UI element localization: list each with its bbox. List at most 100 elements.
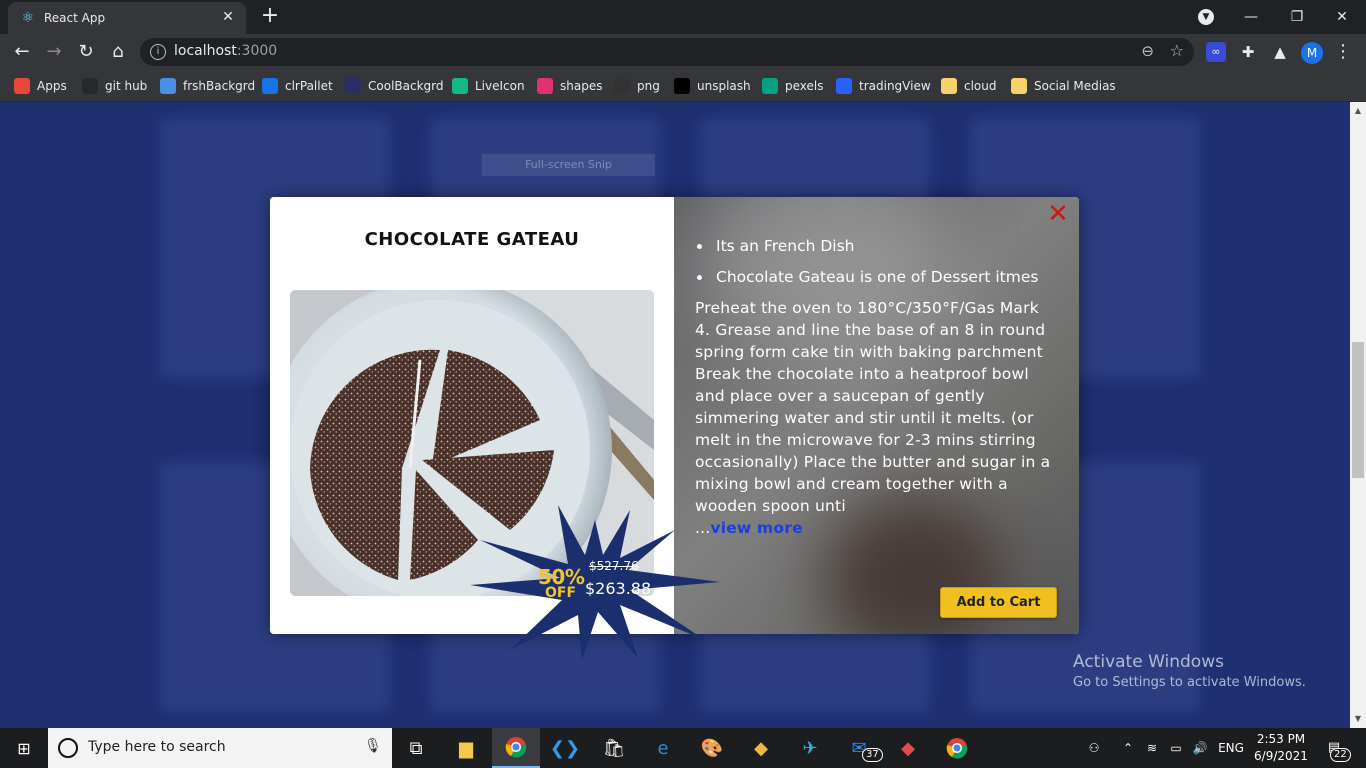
- scrollbar-thumb[interactable]: [1352, 342, 1364, 478]
- reload-icon[interactable]: ↻: [74, 40, 98, 64]
- site-info-icon[interactable]: i: [150, 44, 166, 60]
- windows-start-icon[interactable]: ⊞: [0, 728, 48, 768]
- discount-off-label: OFF: [545, 585, 577, 601]
- recipe-text: Preheat the oven to 180°C/350°F/Gas Mark…: [695, 299, 1051, 515]
- unsplash-icon: [674, 78, 690, 94]
- cortana-circle-icon: [58, 738, 78, 758]
- bookmark-label: shapes: [560, 79, 603, 93]
- browser-toolbar: ← → ↻ ⌂ i localhost:3000 ⊖ ☆ ∞ ✚ ▲ M ⋮: [0, 34, 1366, 70]
- home-icon[interactable]: ⌂: [106, 40, 130, 64]
- language-indicator[interactable]: ENG: [1214, 728, 1248, 768]
- tab-close-icon[interactable]: ✕: [220, 9, 236, 25]
- address-bar[interactable]: i localhost:3000 ⊖ ☆: [140, 38, 1194, 66]
- vscode-icon[interactable]: ❮❯: [541, 728, 589, 768]
- new-tab-button[interactable]: +: [258, 5, 282, 29]
- forward-icon[interactable]: →: [42, 40, 66, 64]
- add-to-cart-button[interactable]: Add to Cart: [940, 587, 1057, 618]
- tab-search-icon[interactable]: ▼: [1198, 9, 1214, 25]
- clock-time: 2:53 PM: [1256, 732, 1306, 746]
- globe-icon: [160, 78, 176, 94]
- folder-icon: [941, 78, 957, 94]
- tab-title: React App: [44, 11, 106, 25]
- paint-icon[interactable]: 🎨: [688, 728, 736, 768]
- palette-icon: [262, 78, 278, 94]
- watermark-subtitle: Go to Settings to activate Windows.: [1073, 675, 1306, 690]
- bookmark-item[interactable]: Social Medias: [1011, 76, 1116, 96]
- microphone-icon[interactable]: 🎙: [364, 738, 382, 754]
- chrome-profile-taskbar-icon[interactable]: [933, 728, 981, 768]
- labs-flask-icon[interactable]: ▲: [1270, 42, 1290, 62]
- extensions-puzzle-icon[interactable]: ✚: [1238, 42, 1258, 62]
- restore-icon[interactable]: ❐: [1275, 0, 1319, 34]
- liveicon-icon: [452, 78, 468, 94]
- task-view-icon[interactable]: ⧉: [392, 728, 440, 768]
- shapes-icon: [537, 78, 553, 94]
- back-icon[interactable]: ←: [10, 40, 34, 64]
- chrome-menu-icon[interactable]: ⋮: [1334, 41, 1352, 63]
- url-text: localhost:3000: [174, 43, 278, 59]
- bookmark-item[interactable]: tradingView: [836, 76, 931, 96]
- scroll-up-icon[interactable]: ▲: [1350, 104, 1366, 118]
- extension-icon[interactable]: ∞: [1206, 42, 1226, 62]
- bookmark-item[interactable]: cloud: [941, 76, 997, 96]
- profile-avatar[interactable]: M: [1301, 42, 1323, 64]
- notification-badge: 22: [1330, 748, 1351, 762]
- original-price: $527.76: [589, 559, 639, 573]
- sale-price: $263.88: [585, 579, 652, 598]
- bookmark-label: Social Medias: [1034, 79, 1116, 93]
- bookmark-item[interactable]: Apps: [14, 76, 67, 96]
- bookmark-label: unsplash: [697, 79, 751, 93]
- bookmark-label: clrPallet: [285, 79, 333, 93]
- mail-badge: 37: [862, 748, 883, 762]
- recipe-description: Preheat the oven to 180°C/350°F/Gas Mark…: [695, 297, 1059, 539]
- bookmark-item[interactable]: unsplash: [674, 76, 751, 96]
- browser-tab[interactable]: ⚛ React App ✕: [8, 2, 246, 34]
- bookmark-label: git hub: [105, 79, 148, 93]
- scroll-down-icon[interactable]: ▼: [1350, 712, 1366, 726]
- zoom-icon[interactable]: ⊖: [1141, 42, 1154, 60]
- bookmark-item[interactable]: png: [614, 76, 660, 96]
- product-title: CHOCOLATE GATEAU: [364, 229, 580, 250]
- bookmark-item[interactable]: clrPallet: [262, 76, 333, 96]
- bookmark-item[interactable]: git hub: [82, 76, 147, 96]
- browser-tab-bar: ⚛ React App ✕ + ▼ — ❐ ✕: [0, 0, 1366, 34]
- bookmark-label: frshBackgrd: [183, 79, 256, 93]
- close-modal-icon[interactable]: ✕: [1046, 201, 1070, 227]
- fact-item: Its an French Dish: [695, 235, 1075, 266]
- folder-icon: [1011, 78, 1027, 94]
- wifi-icon[interactable]: ≋: [1142, 728, 1162, 768]
- coolbackgrounds-icon: [345, 78, 361, 94]
- bookmark-item[interactable]: pexels: [762, 76, 824, 96]
- gitkraken-alt-icon[interactable]: ◆: [884, 728, 932, 768]
- minimize-icon[interactable]: —: [1229, 0, 1273, 34]
- edge-icon[interactable]: e: [639, 728, 687, 768]
- windows-taskbar: ⊞ Type here to search 🎙 ⧉ ▆ ❮❯ 🛍 e 🎨 ◆ ✈…: [0, 728, 1366, 768]
- bookmark-label: CoolBackgrd: [368, 79, 444, 93]
- bookmark-item[interactable]: CoolBackgrd: [345, 76, 444, 96]
- bookmark-star-icon[interactable]: ☆: [1170, 41, 1184, 60]
- gitkraken-icon[interactable]: ◆: [737, 728, 785, 768]
- show-hidden-icons[interactable]: ⌃: [1118, 728, 1138, 768]
- chrome-taskbar-icon[interactable]: [492, 728, 540, 768]
- product-facts-list: Its an French Dish Chocolate Gateau is o…: [695, 235, 1075, 297]
- telegram-icon[interactable]: ✈: [786, 728, 834, 768]
- taskbar-search-box[interactable]: Type here to search 🎙: [48, 728, 392, 768]
- fact-item: Chocolate Gateau is one of Dessert itmes: [695, 266, 1075, 297]
- file-explorer-icon[interactable]: ▆: [442, 728, 490, 768]
- bookmark-item[interactable]: frshBackgrd: [160, 76, 255, 96]
- apps-grid-icon: [14, 78, 30, 94]
- volume-icon[interactable]: 🔊: [1190, 728, 1210, 768]
- bookmark-item[interactable]: shapes: [537, 76, 602, 96]
- store-icon[interactable]: 🛍: [590, 728, 638, 768]
- window-close-icon[interactable]: ✕: [1320, 0, 1364, 34]
- react-icon: ⚛: [21, 10, 35, 26]
- bookmark-label: pexels: [785, 79, 824, 93]
- people-icon[interactable]: ⚇: [1082, 728, 1106, 768]
- github-icon: [82, 78, 98, 94]
- battery-icon[interactable]: ▭: [1166, 728, 1186, 768]
- pexels-icon: [762, 78, 778, 94]
- system-clock[interactable]: 2:53 PM 6/9/2021: [1250, 731, 1312, 765]
- bookmark-item[interactable]: LiveIcon: [452, 76, 525, 96]
- view-more-link[interactable]: view more: [710, 519, 802, 537]
- png-icon: [614, 78, 630, 94]
